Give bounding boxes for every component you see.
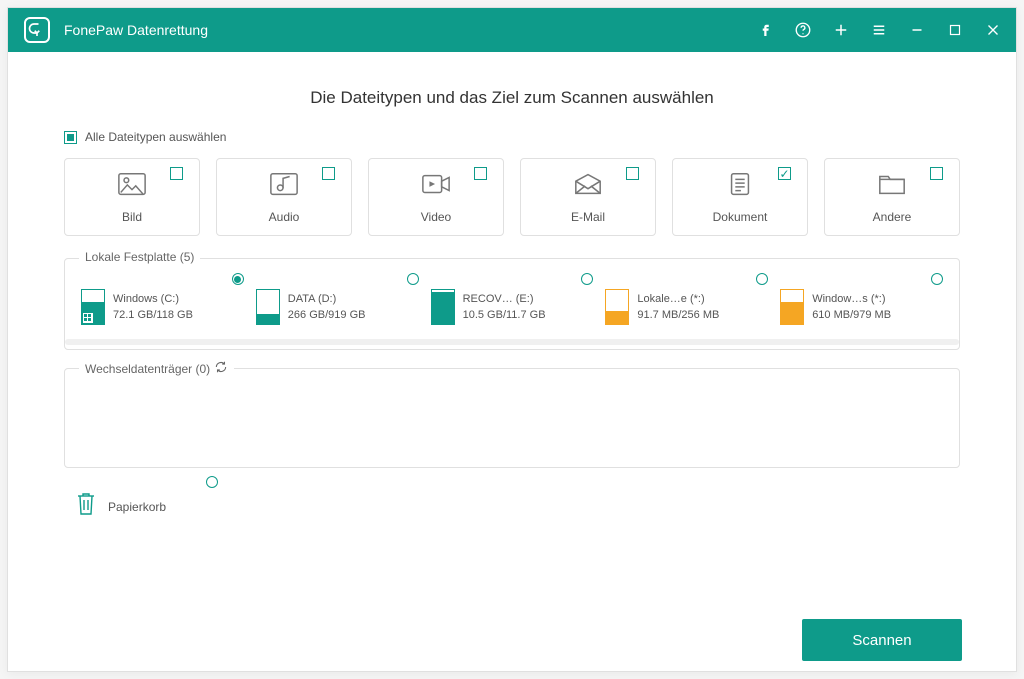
- drive-info: Window…s (*:)610 MB/979 MB: [812, 291, 891, 324]
- checkbox-icon: [170, 167, 183, 180]
- titlebar: FonePaw Datenrettung: [8, 8, 1016, 52]
- video-icon: [421, 171, 451, 202]
- filetype-card-audio[interactable]: Audio: [216, 158, 352, 236]
- filetype-label: Audio: [269, 210, 300, 224]
- radio-icon: [756, 273, 768, 285]
- checkbox-icon: [930, 167, 943, 180]
- app-window: FonePaw Datenrettung Die Dateitypen und …: [7, 7, 1017, 672]
- drives-row: Windows (C:)72.1 GB/118 GB DATA (D:)266 G…: [81, 289, 943, 325]
- drive-item[interactable]: DATA (D:)266 GB/919 GB: [256, 289, 419, 325]
- app-logo-icon: [24, 17, 50, 43]
- drive-info: Windows (C:)72.1 GB/118 GB: [113, 291, 193, 324]
- horizontal-scrollbar[interactable]: [65, 339, 959, 345]
- drive-item[interactable]: Lokale…e (*:)91.7 MB/256 MB: [605, 289, 768, 325]
- radio-icon: [206, 476, 218, 488]
- facebook-icon[interactable]: [756, 21, 774, 39]
- checkbox-icon: [322, 167, 335, 180]
- radio-icon: [232, 273, 244, 285]
- image-icon: [117, 171, 147, 202]
- audio-icon: [269, 171, 299, 202]
- filetype-card-video[interactable]: Video: [368, 158, 504, 236]
- drive-icon: [256, 289, 280, 325]
- email-icon: [573, 171, 603, 202]
- drive-icon: [431, 289, 455, 325]
- close-icon[interactable]: [984, 21, 1002, 39]
- refresh-icon[interactable]: [214, 360, 228, 377]
- drive-item[interactable]: Window…s (*:)610 MB/979 MB: [780, 289, 943, 325]
- help-icon[interactable]: [794, 21, 812, 39]
- filetype-row: Bild Audio Video E-Mail ✓ Dokument Andere: [64, 158, 960, 236]
- drive-info: RECOV… (E:)10.5 GB/11.7 GB: [463, 291, 546, 324]
- filetype-label: Andere: [873, 210, 912, 224]
- filetype-label: Dokument: [713, 210, 768, 224]
- recycle-bin-target[interactable]: Papierkorb: [74, 490, 960, 523]
- scan-button[interactable]: Scannen: [802, 619, 962, 661]
- drive-icon: [605, 289, 629, 325]
- drive-info: DATA (D:)266 GB/919 GB: [288, 291, 366, 324]
- trash-icon: [74, 490, 98, 523]
- content-area: Die Dateitypen und das Ziel zum Scannen …: [8, 52, 1016, 671]
- app-title: FonePaw Datenrettung: [64, 22, 208, 38]
- plus-icon[interactable]: [832, 21, 850, 39]
- radio-icon: [581, 273, 593, 285]
- filetype-label: E-Mail: [571, 210, 605, 224]
- drive-icon: [780, 289, 804, 325]
- drive-info: Lokale…e (*:)91.7 MB/256 MB: [637, 291, 719, 324]
- menu-icon[interactable]: [870, 21, 888, 39]
- filetype-card-other[interactable]: Andere: [824, 158, 960, 236]
- page-heading: Die Dateitypen und das Ziel zum Scannen …: [64, 88, 960, 108]
- select-all-label: Alle Dateitypen auswählen: [85, 130, 226, 144]
- filetype-label: Bild: [122, 210, 142, 224]
- local-drives-title: Lokale Festplatte (5): [79, 250, 200, 264]
- drive-item[interactable]: RECOV… (E:)10.5 GB/11.7 GB: [431, 289, 594, 325]
- checkbox-icon: [474, 167, 487, 180]
- removable-drives-group: Wechseldatenträger (0): [64, 368, 960, 468]
- titlebar-controls: [756, 21, 1002, 39]
- filetype-label: Video: [421, 210, 451, 224]
- minimize-icon[interactable]: [908, 21, 926, 39]
- checkbox-icon: [64, 131, 77, 144]
- local-drives-group: Lokale Festplatte (5) Windows (C:)72.1 G…: [64, 258, 960, 350]
- other-icon: [877, 171, 907, 202]
- checkbox-icon: ✓: [778, 167, 791, 180]
- removable-drives-title: Wechseldatenträger (0): [79, 360, 234, 377]
- maximize-icon[interactable]: [946, 21, 964, 39]
- filetype-card-email[interactable]: E-Mail: [520, 158, 656, 236]
- select-all-filetypes[interactable]: Alle Dateitypen auswählen: [64, 130, 960, 144]
- radio-icon: [931, 273, 943, 285]
- checkbox-icon: [626, 167, 639, 180]
- radio-icon: [407, 273, 419, 285]
- filetype-card-document[interactable]: ✓ Dokument: [672, 158, 808, 236]
- drive-item[interactable]: Windows (C:)72.1 GB/118 GB: [81, 289, 244, 325]
- document-icon: [725, 171, 755, 202]
- filetype-card-image[interactable]: Bild: [64, 158, 200, 236]
- drive-icon: [81, 289, 105, 325]
- recycle-bin-label: Papierkorb: [108, 500, 166, 514]
